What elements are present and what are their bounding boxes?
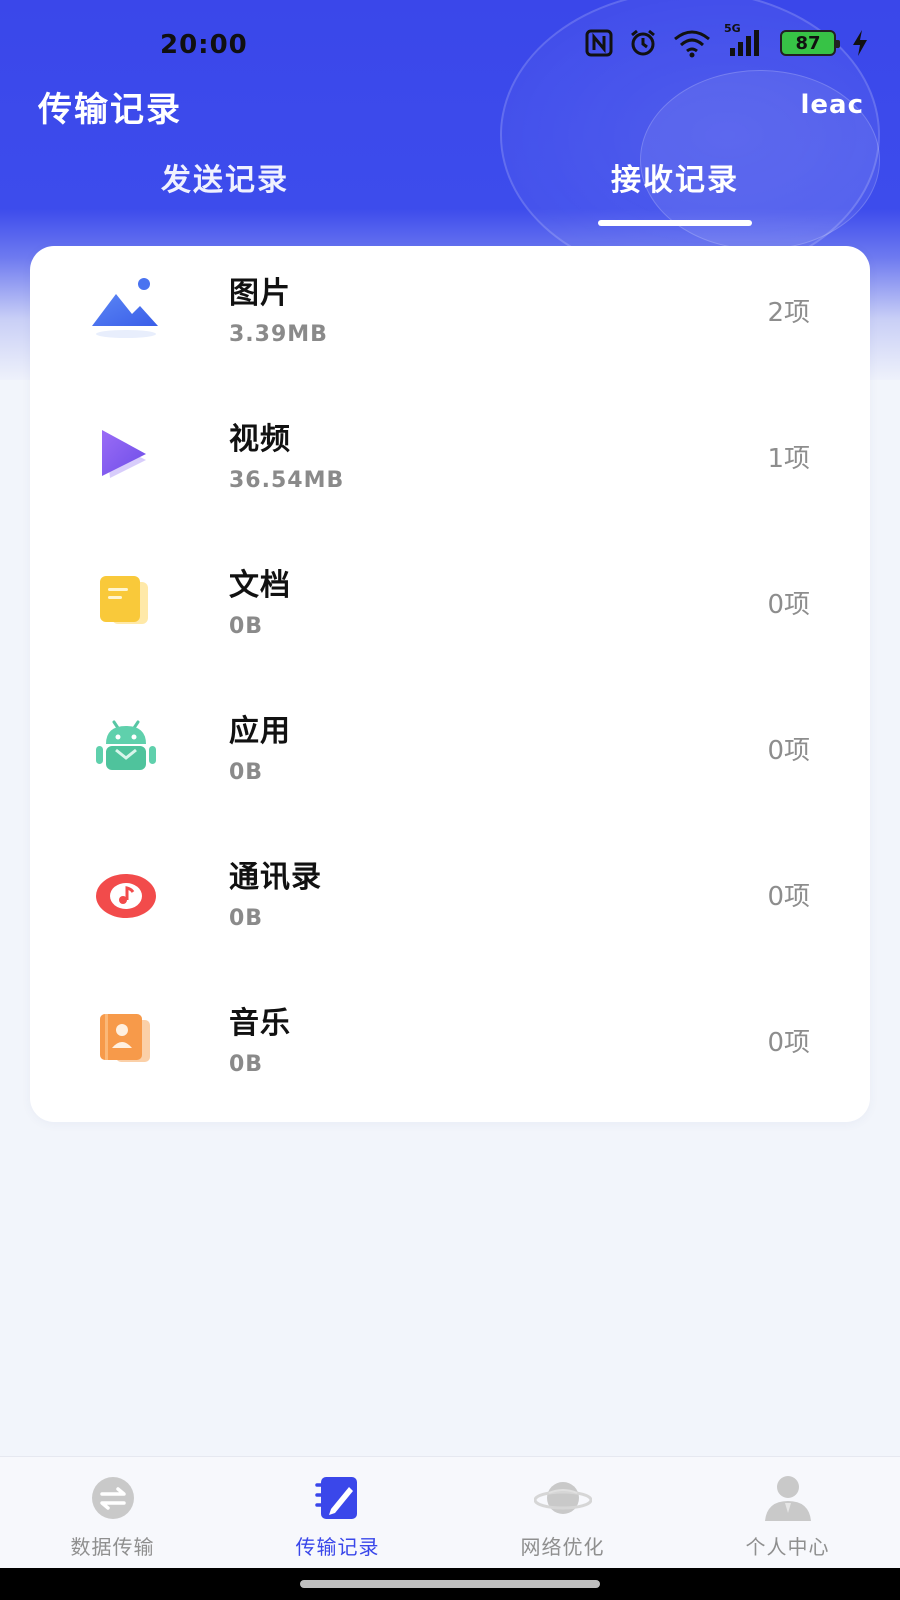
- record-size: 0B: [229, 760, 264, 785]
- record-size: 36.54MB: [229, 468, 345, 493]
- record-row-apps[interactable]: 应用 0B 0项: [30, 684, 870, 830]
- nav-label: 传输记录: [295, 1535, 380, 1559]
- record-count: 0项: [767, 882, 810, 912]
- network-type-label: 5G: [724, 22, 741, 35]
- record-count: 0项: [767, 736, 810, 766]
- image-icon: [86, 268, 166, 348]
- alarm-icon: [628, 28, 658, 58]
- record-name: 视频: [229, 422, 291, 457]
- nav-label: 个人中心: [745, 1535, 830, 1559]
- android-app-icon: [86, 706, 166, 786]
- bottom-navigation: 数据传输 传输记录 网络优化 个人中心: [0, 1456, 900, 1568]
- record-name: 文档: [229, 568, 291, 603]
- record-notebook-icon: [309, 1473, 367, 1523]
- active-tab-indicator: [598, 220, 752, 226]
- record-count: 1项: [767, 444, 810, 474]
- music-note-icon: [86, 852, 166, 932]
- tab-send-records[interactable]: 发送记录: [115, 155, 335, 199]
- nav-transfer-records[interactable]: 传输记录: [225, 1457, 450, 1569]
- nav-network-optimize[interactable]: 网络优化: [450, 1457, 675, 1569]
- page-title: 传输记录: [38, 90, 182, 130]
- record-count: 2项: [767, 298, 810, 328]
- battery-level: 87: [795, 32, 821, 54]
- record-name: 应用: [229, 714, 291, 749]
- wifi-icon: [672, 28, 712, 58]
- status-icons: 5G 87: [584, 22, 870, 58]
- transfer-icon: [84, 1473, 142, 1523]
- status-bar: 20:00 5G 87: [0, 0, 900, 90]
- status-time: 20:00: [160, 30, 248, 60]
- record-name: 通讯录: [229, 860, 322, 895]
- person-icon: [759, 1473, 817, 1523]
- contact-book-icon: [86, 998, 166, 1078]
- nav-personal-center[interactable]: 个人中心: [675, 1457, 900, 1569]
- record-size: 3.39MB: [229, 322, 328, 347]
- charging-icon: [850, 28, 870, 58]
- video-icon: [86, 414, 166, 494]
- record-name: 音乐: [229, 1006, 291, 1041]
- battery-icon: 87: [780, 30, 840, 56]
- record-count: 0项: [767, 1028, 810, 1058]
- system-navigation-area: [0, 1568, 900, 1600]
- record-row-videos[interactable]: 视频 36.54MB 1项: [30, 392, 870, 538]
- record-row-images[interactable]: 图片 3.39MB 2项: [30, 246, 870, 392]
- nav-label: 网络优化: [520, 1535, 605, 1559]
- record-list-card: 图片 3.39MB 2项 视频 36.54MB 1项 文档 0B 0项 应用 0…: [30, 246, 870, 1122]
- record-size: 0B: [229, 1052, 264, 1077]
- home-indicator[interactable]: [300, 1580, 600, 1588]
- nav-label: 数据传输: [70, 1535, 155, 1559]
- record-name: 图片: [229, 276, 291, 311]
- header-right-text: leac: [800, 90, 864, 120]
- record-count: 0项: [767, 590, 810, 620]
- record-size: 0B: [229, 906, 264, 931]
- record-row-contacts[interactable]: 通讯录 0B 0项: [30, 830, 870, 976]
- nfc-icon: [584, 28, 614, 58]
- tab-receive-records[interactable]: 接收记录: [565, 155, 785, 199]
- nav-data-transfer[interactable]: 数据传输: [0, 1457, 225, 1569]
- signal-icon: 5G: [724, 22, 766, 58]
- planet-icon: [533, 1473, 593, 1523]
- document-icon: [86, 560, 166, 640]
- record-row-documents[interactable]: 文档 0B 0项: [30, 538, 870, 684]
- record-row-music[interactable]: 音乐 0B 0项: [30, 976, 870, 1122]
- record-size: 0B: [229, 614, 264, 639]
